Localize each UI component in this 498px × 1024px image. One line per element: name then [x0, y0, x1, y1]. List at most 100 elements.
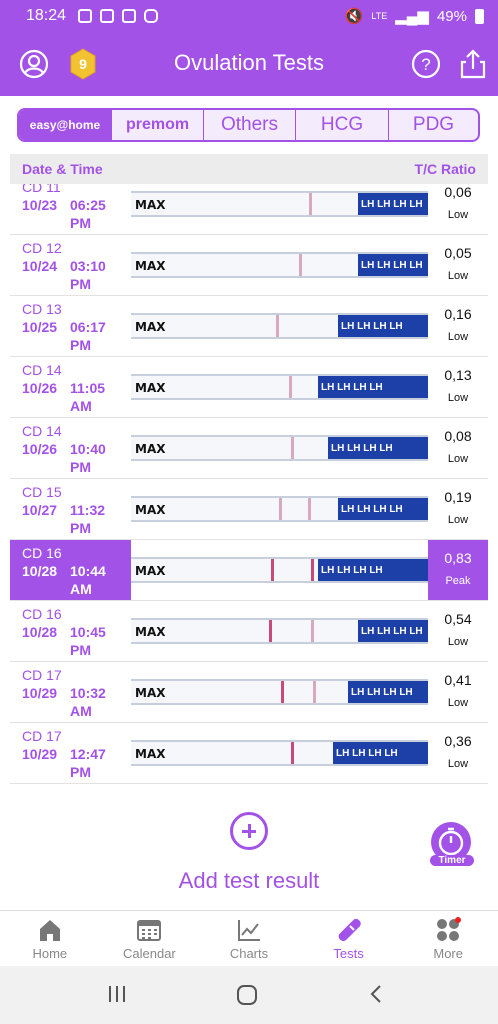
row-date-time: CD 12 10/24 03:10 PM — [22, 239, 132, 293]
strip-max-label: MAX — [135, 198, 166, 212]
ratio-level: Low — [447, 453, 469, 465]
row-date: 10/28 — [22, 563, 58, 579]
strip-max-label: MAX — [135, 381, 166, 395]
home-button-icon[interactable] — [236, 984, 258, 1006]
strip-handle: LH LH LH LH — [348, 681, 428, 703]
row-ampm: AM — [70, 581, 92, 597]
share-icon[interactable] — [457, 48, 489, 80]
help-icon[interactable]: ? — [410, 48, 442, 80]
row-date-time: CD 17 10/29 10:32 AM — [22, 666, 132, 720]
test-strip-image: MAX LH LH LH LH — [131, 679, 428, 705]
tab-premom[interactable]: premom — [112, 110, 204, 140]
row-ampm: AM — [70, 703, 92, 719]
strip-handle: LH LH LH LH — [318, 376, 428, 398]
test-row[interactable]: CD 17 10/29 12:47 PM MAX LH LH LH LH 0,3… — [10, 723, 488, 784]
nav-home[interactable]: Home — [0, 911, 100, 966]
add-test-button[interactable] — [230, 812, 268, 850]
row-date-line: 10/28 10:45 — [22, 623, 132, 641]
row-date-time: CD 14 10/26 11:05 AM — [22, 361, 132, 415]
test-row[interactable]: CD 15 10/27 11:32 PM MAX LH LH LH LH 0,1… — [10, 479, 488, 540]
notification-icon — [122, 9, 137, 23]
app-header: 9 Ovulation Tests ? — [0, 32, 498, 96]
nav-more-label: More — [433, 946, 463, 961]
row-ampm: PM — [70, 764, 91, 780]
tc-ratio: 0,16 Low — [428, 296, 488, 356]
cycle-day: CD 11 — [22, 184, 61, 195]
add-test-label[interactable]: Add test result — [0, 868, 498, 894]
test-line — [299, 254, 302, 276]
cycle-day: CD 15 — [22, 484, 62, 500]
test-line — [313, 681, 316, 703]
test-strip-image: MAX LH LH LH LH — [131, 618, 428, 644]
ratio-value: 0,05 — [444, 245, 472, 261]
row-ampm: AM — [70, 398, 92, 414]
row-time: 11:32 — [70, 502, 106, 518]
notification-icon — [100, 9, 115, 23]
notification-icon — [78, 9, 93, 23]
tc-ratio: 0,83 Peak — [428, 540, 488, 600]
row-ampm: PM — [70, 459, 91, 475]
nav-calendar[interactable]: Calendar — [100, 911, 200, 966]
test-row[interactable]: CD 12 10/24 03:10 PM MAX LH LH LH LH 0,0… — [10, 235, 488, 296]
ratio-level: Peak — [445, 575, 471, 587]
cycle-day: CD 16 — [22, 545, 62, 561]
ratio-level: Low — [447, 270, 469, 282]
nav-more[interactable]: More — [398, 911, 498, 966]
test-line — [289, 376, 292, 398]
test-line — [291, 742, 294, 764]
row-date: 10/26 — [22, 380, 58, 396]
tab-hcg[interactable]: HCG — [296, 110, 389, 140]
strip-max-label: MAX — [135, 625, 166, 639]
recents-icon[interactable] — [107, 984, 127, 1004]
ratio-value: 0,54 — [444, 611, 472, 627]
test-row[interactable]: CD 13 10/25 06:17 PM MAX LH LH LH LH 0,1… — [10, 296, 488, 357]
test-row[interactable]: CD 14 10/26 11:05 AM MAX LH LH LH LH 0,1… — [10, 357, 488, 418]
test-strip-icon — [338, 918, 361, 942]
tab-easy-at-home[interactable]: easy@home — [19, 110, 112, 140]
strip-handle: LH LH LH LH — [318, 559, 428, 581]
network-label: LTE — [371, 11, 388, 21]
tab-others[interactable]: Others — [204, 110, 296, 140]
svg-text:?: ? — [421, 55, 430, 74]
cycle-day: CD 13 — [22, 301, 62, 317]
test-strip-image: MAX LH LH LH LH — [131, 313, 428, 339]
calendar-icon — [137, 920, 162, 941]
ratio-level: Low — [447, 697, 469, 709]
strip-handle: LH LH LH LH — [328, 437, 428, 459]
row-time: 06:25 — [70, 197, 106, 213]
tc-ratio: 0,19 Low — [428, 479, 488, 539]
strip-handle: LH LH LH LH — [358, 254, 428, 276]
row-date-time: CD 14 10/26 10:40 PM — [22, 422, 132, 476]
ratio-level: Low — [447, 636, 469, 648]
cycle-day: CD 16 — [22, 606, 62, 622]
test-row[interactable]: CD 16 10/28 10:44 AM MAX LH LH LH LH 0,8… — [10, 540, 488, 601]
row-date-line: 10/25 06:17 — [22, 318, 132, 336]
ratio-value: 0,41 — [444, 672, 472, 688]
row-date: 10/26 — [22, 441, 58, 457]
more-icon — [437, 917, 462, 941]
back-icon[interactable] — [368, 984, 384, 1004]
test-row[interactable]: CD 17 10/29 10:32 AM MAX LH LH LH LH 0,4… — [10, 662, 488, 723]
strip-handle: LH LH LH LH — [358, 193, 428, 215]
column-tc-ratio: T/C Ratio — [414, 161, 476, 177]
nav-home-label: Home — [32, 946, 68, 961]
strip-max-label: MAX — [135, 564, 166, 578]
strip-handle: LH LH LH LH — [358, 620, 428, 642]
test-row[interactable]: CD 11 10/23 06:25 PM MAX LH LH LH LH 0,0… — [10, 184, 488, 235]
tc-ratio: 0,05 Low — [428, 235, 488, 295]
row-time: 10:44 — [70, 563, 106, 579]
test-line — [311, 559, 314, 581]
nav-calendar-label: Calendar — [123, 946, 176, 961]
ratio-level: Low — [447, 331, 469, 343]
system-nav-bar — [0, 966, 498, 1024]
cycle-day: CD 14 — [22, 423, 62, 439]
test-row[interactable]: CD 14 10/26 10:40 PM MAX LH LH LH LH 0,0… — [10, 418, 488, 479]
nav-tests[interactable]: Tests — [299, 911, 399, 966]
tab-pdg[interactable]: PDG — [389, 110, 478, 140]
cycle-day: CD 12 — [22, 240, 62, 256]
row-date-time: CD 17 10/29 12:47 PM — [22, 727, 132, 781]
test-row[interactable]: CD 16 10/28 10:45 PM MAX LH LH LH LH 0,5… — [10, 601, 488, 662]
row-ampm: PM — [70, 642, 91, 658]
test-list[interactable]: CD 11 10/23 06:25 PM MAX LH LH LH LH 0,0… — [10, 184, 488, 784]
nav-charts[interactable]: Charts — [199, 911, 299, 966]
